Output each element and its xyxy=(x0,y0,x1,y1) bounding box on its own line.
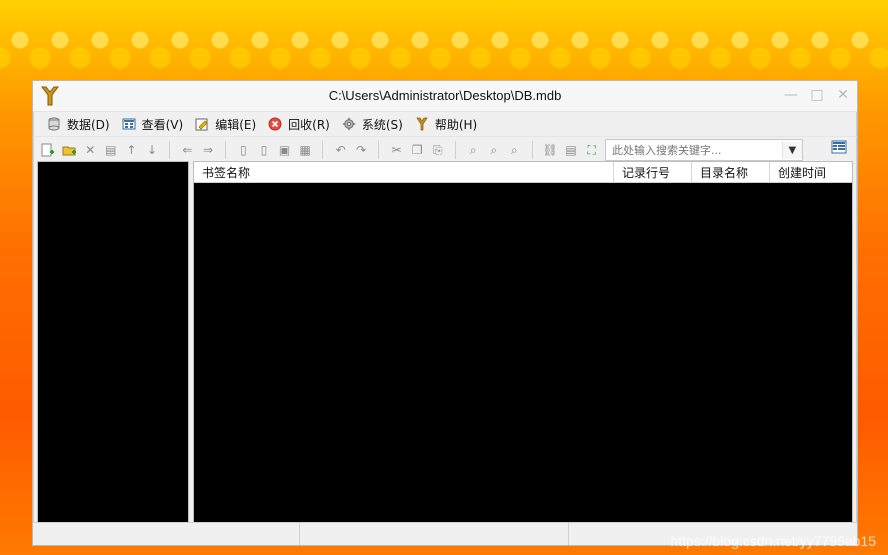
toolbar-separator xyxy=(531,141,533,159)
copy-window-button[interactable]: ▦ xyxy=(298,142,313,158)
layout-toggle-button[interactable] xyxy=(831,139,847,155)
chevron-down-icon: ▼ xyxy=(788,144,797,156)
toolbar: ✕ ▤ ↑ ↓ ⇐ ⇒ ▯ ▯ ▣ ▦ ↶ ↷ ✂ ❐ ⎘ ⌕ ⌕ ⌕ ⛓ ▤ … xyxy=(33,136,857,164)
toolbar-separator xyxy=(225,141,227,159)
menu-data-label: 数据(D) xyxy=(67,117,110,132)
help-icon xyxy=(415,117,429,131)
folder-add-icon xyxy=(62,146,76,156)
menu-recycle-label: 回收(R) xyxy=(288,117,330,132)
search-dropdown-button[interactable]: ▼ xyxy=(781,141,802,159)
new-folder-button[interactable] xyxy=(61,142,77,158)
menu-recycle[interactable]: 回收(R) xyxy=(268,116,330,133)
export-button[interactable]: ⇒ xyxy=(201,142,216,158)
undo-button[interactable]: ↶ xyxy=(333,142,348,158)
minimize-button[interactable]: — xyxy=(783,87,799,103)
note-icon: ▤ xyxy=(565,143,577,157)
advanced-search-icon: ⌕ xyxy=(511,142,518,157)
menu-view-label: 查看(V) xyxy=(141,117,184,132)
redo-button[interactable]: ↷ xyxy=(354,142,369,158)
recycle-icon xyxy=(268,117,282,131)
save-icon: ▣ xyxy=(278,143,291,157)
status-section-2 xyxy=(300,523,569,545)
search-box: ▼ xyxy=(605,139,803,161)
menu-edit-label: 编辑(E) xyxy=(215,117,257,132)
cut-button[interactable]: ✂ xyxy=(389,142,404,158)
menu-bar: 数据(D) 查看(V) 编辑(E) 回收(R) 系统(S) 帮助(H) xyxy=(33,112,857,136)
column-header-created-time[interactable]: 创建时间 xyxy=(770,162,852,182)
find-button[interactable]: ⌕ xyxy=(466,142,481,158)
copy-window-icon: ▦ xyxy=(299,143,311,157)
app-window: C:\Users\Administrator\Desktop\DB.mdb — … xyxy=(32,80,858,546)
gear-icon xyxy=(342,117,356,131)
note-button[interactable]: ▤ xyxy=(564,142,579,158)
paste-icon: ⎘ xyxy=(432,142,443,157)
import-icon: ⇐ xyxy=(182,143,193,157)
document-button[interactable]: ▯ xyxy=(257,142,272,158)
delete-button[interactable]: ✕ xyxy=(83,142,98,158)
menu-help[interactable]: 帮助(H) xyxy=(415,116,477,133)
copy-icon: ❐ xyxy=(411,143,423,157)
find-icon: ⌕ xyxy=(469,142,477,157)
bookmark-list-pane[interactable]: 书签名称 记录行号 目录名称 创建时间 xyxy=(193,161,853,523)
search-button[interactable]: ⌕ xyxy=(487,142,502,158)
new-bookmark-button[interactable] xyxy=(39,142,55,158)
database-icon xyxy=(47,117,61,131)
new-icon xyxy=(41,143,54,157)
menu-data[interactable]: 数据(D) xyxy=(47,116,110,133)
search-icon: ⌕ xyxy=(490,142,498,157)
copy-button[interactable]: ❐ xyxy=(410,142,425,158)
column-header-record-row[interactable]: 记录行号 xyxy=(614,162,692,182)
menu-system-label: 系统(S) xyxy=(361,117,403,132)
properties-button[interactable]: ▤ xyxy=(104,142,119,158)
toolbar-separator xyxy=(378,141,380,159)
delete-icon: ✕ xyxy=(85,143,96,157)
menu-system[interactable]: 系统(S) xyxy=(342,116,403,133)
edit-icon xyxy=(195,117,209,131)
move-down-button[interactable]: ↓ xyxy=(145,142,160,158)
redo-icon: ↷ xyxy=(356,143,367,157)
document-icon: ▯ xyxy=(260,143,268,157)
view-icon xyxy=(122,117,136,131)
advanced-search-button[interactable]: ⌕ xyxy=(507,142,522,158)
move-up-button[interactable]: ↑ xyxy=(124,142,139,158)
import-button[interactable]: ⇐ xyxy=(180,142,195,158)
menu-edit[interactable]: 编辑(E) xyxy=(195,116,256,133)
window-controls: — □ ✕ xyxy=(783,87,851,103)
link-button[interactable]: ⛓ xyxy=(543,142,558,158)
paste-button[interactable]: ⎘ xyxy=(431,142,446,158)
undo-icon: ↶ xyxy=(335,143,346,157)
fullscreen-icon: ⛶ xyxy=(587,142,596,157)
save-button[interactable]: ▣ xyxy=(277,142,292,158)
toolbar-separator xyxy=(169,141,171,159)
export-icon: ⇒ xyxy=(202,143,214,157)
fullscreen-button[interactable]: ⛶ xyxy=(584,142,599,158)
menu-help-label: 帮助(H) xyxy=(434,117,478,132)
arrow-up-icon: ↑ xyxy=(126,143,137,157)
properties-icon: ▤ xyxy=(105,143,117,157)
watermark-text: https://blog.csdn.net/yy7795ab15 xyxy=(670,533,876,549)
maximize-button[interactable]: □ xyxy=(809,87,825,103)
menu-view[interactable]: 查看(V) xyxy=(122,116,184,133)
column-header-directory-name[interactable]: 目录名称 xyxy=(692,162,770,182)
close-button[interactable]: ✕ xyxy=(835,87,851,103)
search-input[interactable] xyxy=(606,141,782,159)
directory-tree-pane[interactable] xyxy=(37,161,189,523)
table-header: 书签名称 记录行号 目录名称 创建时间 xyxy=(194,162,852,183)
status-section-1 xyxy=(33,523,300,545)
toolbar-separator xyxy=(322,141,324,159)
link-icon: ⛓ xyxy=(542,143,558,157)
page-button[interactable]: ▯ xyxy=(236,142,251,158)
cut-icon: ✂ xyxy=(391,143,402,157)
page-icon: ▯ xyxy=(240,143,247,157)
layout-icon xyxy=(831,140,847,154)
window-title: C:\Users\Administrator\Desktop\DB.mdb xyxy=(328,88,562,103)
column-header-bookmark-name[interactable]: 书签名称 xyxy=(194,162,614,182)
arrow-down-icon: ↓ xyxy=(146,143,157,157)
title-bar: C:\Users\Administrator\Desktop\DB.mdb — … xyxy=(33,81,857,112)
toolbar-separator xyxy=(455,141,456,159)
main-content: 书签名称 记录行号 目录名称 创建时间 xyxy=(37,161,853,523)
